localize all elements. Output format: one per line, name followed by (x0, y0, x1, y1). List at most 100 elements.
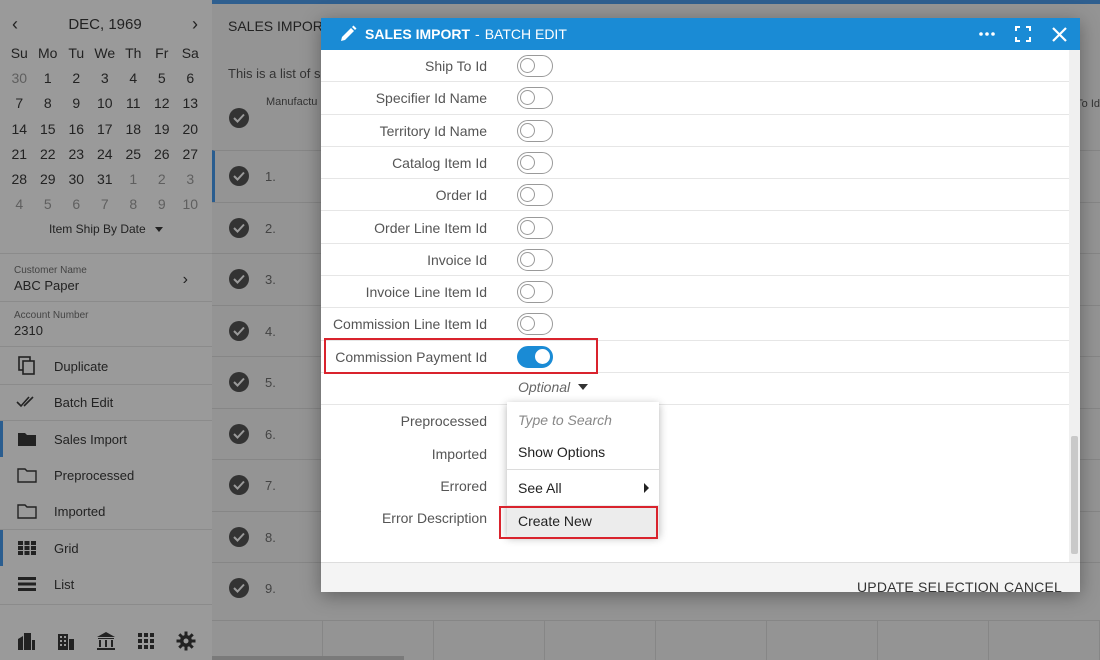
customer-field[interactable]: Customer Name ABC Paper › (14, 265, 204, 293)
apps-icon[interactable] (135, 630, 157, 652)
field-toggle[interactable] (517, 216, 553, 239)
field-toggle[interactable] (517, 248, 553, 271)
row-check-icon[interactable] (229, 372, 249, 393)
nav-preprocessed[interactable]: Preprocessed (0, 457, 212, 493)
calendar-day[interactable]: 4 (5, 196, 34, 212)
calendar-day[interactable]: 29 (34, 171, 63, 187)
calendar-day[interactable]: 24 (91, 146, 120, 162)
calendar-day[interactable]: 12 (148, 95, 177, 111)
calendar-day[interactable]: 3 (176, 171, 205, 187)
calendar-day[interactable]: 1 (34, 70, 63, 86)
row-check-icon[interactable] (229, 218, 249, 239)
calendar-day[interactable]: 15 (34, 121, 63, 137)
column-header[interactable]: Manufactu (266, 96, 317, 108)
calendar-day[interactable]: 7 (5, 95, 34, 111)
row-check-icon[interactable] (229, 475, 249, 496)
calendar-day[interactable]: 19 (148, 121, 177, 137)
calendar-day[interactable]: 17 (91, 121, 120, 137)
gear-icon[interactable] (175, 630, 197, 652)
nav-sales-import[interactable]: Sales Import (0, 421, 212, 457)
page-title: SALES IMPORT (228, 18, 332, 34)
field-row-invoice-id: Invoice Id (321, 244, 1069, 277)
view-grid[interactable]: Grid (0, 530, 212, 566)
dropdown-show-options[interactable]: Show Options (507, 436, 659, 468)
field-toggle[interactable] (517, 313, 553, 336)
row-check-icon[interactable] (229, 321, 249, 342)
field-toggle[interactable] (517, 87, 553, 110)
calendar-day[interactable]: 11 (119, 95, 148, 111)
calendar-day[interactable]: 28 (5, 171, 34, 187)
calendar-day[interactable]: 6 (62, 196, 91, 212)
calendar-day[interactable]: 8 (34, 95, 63, 111)
calendar-day[interactable]: 7 (91, 196, 120, 212)
calendar-day[interactable]: 14 (5, 121, 34, 137)
close-icon[interactable] (1050, 25, 1068, 43)
calendar-day[interactable]: 4 (119, 70, 148, 86)
field-toggle[interactable] (517, 55, 553, 77)
calendar-day[interactable]: 21 (5, 146, 34, 162)
calendar-day[interactable]: 6 (176, 70, 205, 86)
weekday-label: Tu (68, 44, 85, 61)
calendar-day[interactable]: 27 (176, 146, 205, 162)
field-toggle[interactable] (517, 119, 553, 142)
calendar-day[interactable]: 22 (34, 146, 63, 162)
field-label: Invoice Line Item Id (365, 284, 487, 301)
scrollbar-thumb[interactable] (1071, 436, 1078, 554)
row-number: 3. (265, 271, 276, 287)
calendar-day[interactable]: 9 (62, 95, 91, 111)
calendar-day[interactable]: 13 (176, 95, 205, 111)
customer-label: Customer Name (14, 265, 87, 276)
field-toggle[interactable] (517, 151, 553, 174)
select-all-check-icon[interactable] (229, 107, 249, 128)
calendar-day[interactable]: 5 (148, 70, 177, 86)
field-toggle[interactable] (517, 281, 553, 304)
row-check-icon[interactable] (229, 578, 249, 599)
calendar-day[interactable]: 3 (91, 70, 120, 86)
action-duplicate[interactable]: Duplicate (0, 348, 212, 384)
row-check-icon[interactable] (229, 166, 249, 187)
dropdown-search-input[interactable]: Type to Search (507, 404, 659, 436)
calendar-weekday-row: Su Mo Tu We Th Fr Sa (0, 40, 212, 65)
cancel-button[interactable]: CANCEL (1004, 579, 1062, 595)
more-icon[interactable] (978, 25, 996, 43)
update-selection-button[interactable]: UPDATE SELECTION (857, 579, 999, 595)
building-icon[interactable] (15, 630, 37, 652)
dropdown-see-all[interactable]: See All (507, 472, 659, 504)
grid-icon (16, 538, 38, 558)
calendar-day[interactable]: 30 (62, 171, 91, 187)
calendar-day[interactable]: 2 (62, 70, 91, 86)
calendar-day[interactable]: 18 (119, 121, 148, 137)
calendar-day[interactable]: 1 (119, 171, 148, 187)
calendar-day[interactable]: 10 (176, 196, 205, 212)
row-check-icon[interactable] (229, 527, 249, 548)
view-list[interactable]: List (0, 566, 212, 602)
calendar-day[interactable]: 20 (176, 121, 205, 137)
prev-month-icon[interactable]: ‹ (8, 14, 22, 35)
nav-label: Preprocessed (54, 467, 135, 483)
calendar-day[interactable]: 16 (62, 121, 91, 137)
row-check-icon[interactable] (229, 424, 249, 445)
calendar-day[interactable]: 8 (119, 196, 148, 212)
calendar-day[interactable]: 5 (34, 196, 63, 212)
optional-select[interactable]: Optional (518, 379, 589, 395)
chevron-right-icon[interactable]: › (183, 271, 188, 289)
calendar-day[interactable]: 10 (91, 95, 120, 111)
nav-imported[interactable]: Imported (0, 493, 212, 529)
calendar-day[interactable]: 9 (148, 196, 177, 212)
calendar-day[interactable]: 25 (119, 146, 148, 162)
row-check-icon[interactable] (229, 269, 249, 290)
calendar-day[interactable]: 26 (148, 146, 177, 162)
calendar-day[interactable]: 31 (91, 171, 120, 187)
field-toggle[interactable] (517, 184, 553, 207)
calendar-day[interactable]: 2 (148, 171, 177, 187)
office-icon[interactable] (55, 630, 77, 652)
vertical-scrollbar[interactable] (1069, 50, 1080, 562)
action-batch-edit[interactable]: Batch Edit (0, 384, 212, 420)
expand-icon[interactable] (1014, 25, 1032, 43)
calendar-day[interactable]: 23 (62, 146, 91, 162)
horizontal-scrollbar[interactable] (212, 656, 404, 660)
next-month-icon[interactable]: › (188, 14, 202, 35)
sort-selector[interactable]: Item Ship By Date (0, 222, 212, 236)
calendar-day[interactable]: 30 (5, 70, 34, 86)
bank-icon[interactable] (95, 630, 117, 652)
